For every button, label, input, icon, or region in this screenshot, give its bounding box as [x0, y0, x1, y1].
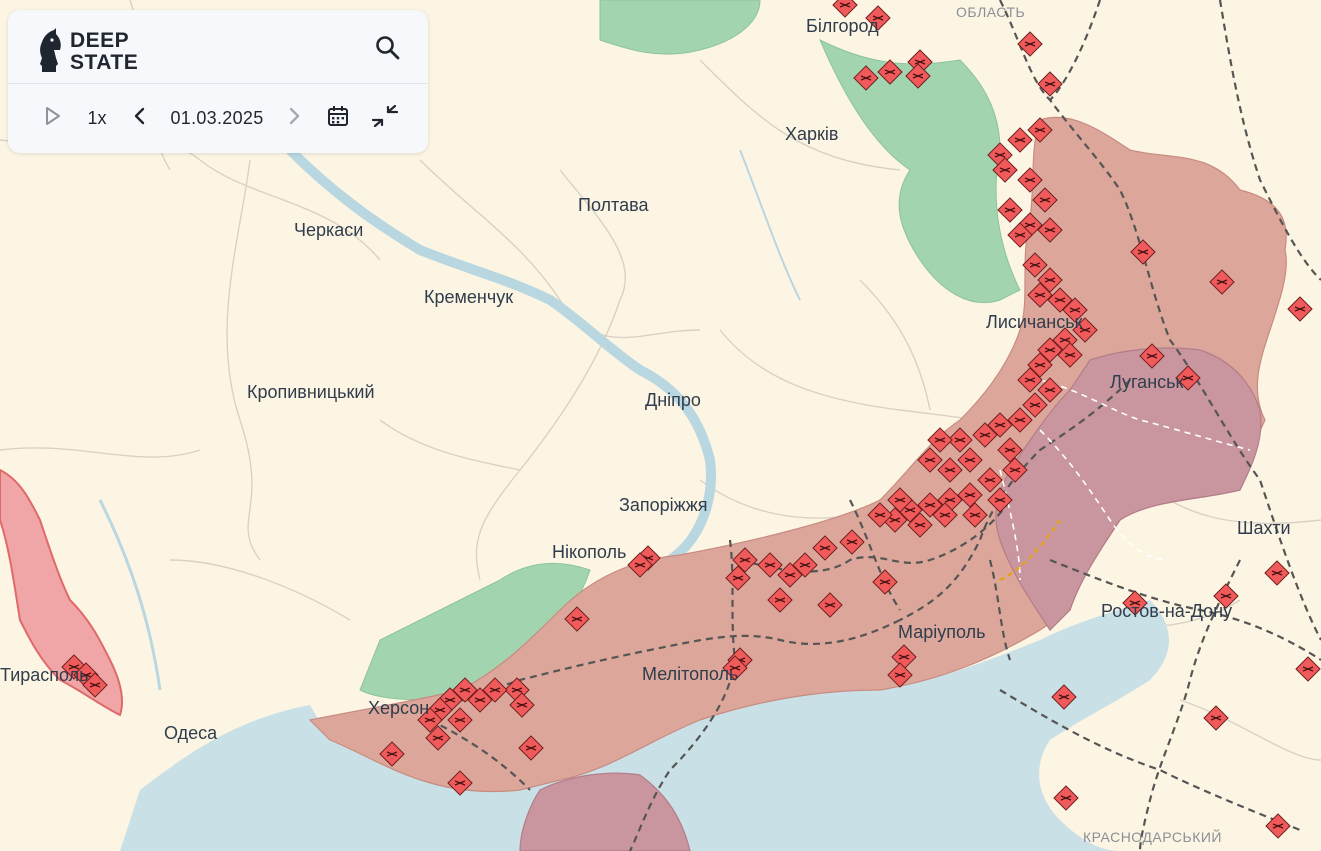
logo-line-1: DEEP: [70, 29, 130, 52]
city-label: Ростов-на-Дону: [1101, 601, 1232, 621]
play-button[interactable]: [38, 94, 68, 142]
city-label: Бiлгород: [806, 16, 879, 36]
previous-date-button[interactable]: [128, 94, 152, 142]
city-label: Черкаси: [294, 220, 363, 240]
calendar-button[interactable]: [324, 94, 352, 142]
city-label: Нiкополь: [552, 542, 626, 562]
search-button[interactable]: [374, 34, 402, 62]
city-label: Шахти: [1237, 518, 1291, 538]
city-label: Марiуполь: [898, 622, 985, 642]
city-label: Полтава: [578, 195, 649, 215]
chevron-left-icon: [133, 107, 147, 130]
chevron-right-icon: [287, 107, 301, 130]
collapse-arrows-icon: [371, 104, 399, 132]
calendar-icon: [327, 105, 349, 132]
logo-text: DEEP STATE: [70, 30, 138, 74]
city-label: Кременчук: [424, 287, 513, 307]
city-label: Луганськ: [1110, 372, 1184, 392]
search-icon: [374, 36, 402, 66]
city-label: Кропивницький: [247, 382, 375, 402]
city-label: Мелiтополь: [642, 664, 738, 684]
knight-chess-icon: [36, 27, 62, 77]
collapse-button[interactable]: [368, 94, 402, 142]
region-label-krasnodar: КРАСНОДАРСЬКИЙ: [1083, 828, 1222, 845]
panel-divider: [8, 83, 428, 84]
logo-line-2: STATE: [70, 51, 139, 74]
city-label: Одеса: [164, 723, 218, 743]
city-label: Лисичанськ: [986, 312, 1083, 332]
region-label-oblast: ОБЛАСТЬ: [956, 4, 1025, 20]
city-label: Днiпро: [645, 390, 701, 410]
city-label: Херсон: [368, 698, 429, 718]
city-label: Харкiв: [785, 124, 838, 144]
speed-button[interactable]: 1x: [80, 94, 114, 142]
logo[interactable]: DEEP STATE: [36, 24, 138, 80]
control-panel: DEEP STATE 1x 01.03.2025: [8, 10, 428, 153]
next-date-button[interactable]: [282, 94, 306, 142]
current-date[interactable]: 01.03.2025: [164, 94, 270, 142]
timeline-controls: 1x 01.03.2025: [8, 94, 428, 142]
city-label: Тирасполь: [0, 665, 89, 685]
play-icon: [44, 106, 62, 131]
city-label: Запорiжжя: [619, 495, 707, 515]
